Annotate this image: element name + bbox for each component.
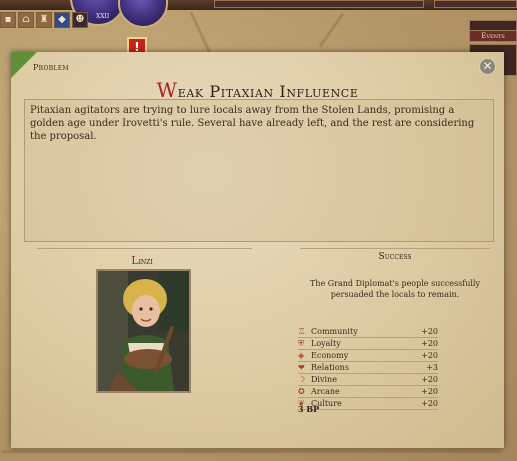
problem-dialog: Problem ✕ Weak Pitaxian Influence Pitaxi… [11,52,504,448]
build-points-cost: 3 BP [298,404,320,414]
stat-value: +20 [421,375,438,384]
arcane-icon: ✪ [298,387,305,396]
advisor-name-text: inzi [138,257,153,267]
events-tab[interactable]: Events [469,30,517,42]
orb-label: XXII [96,13,110,20]
advisor-portrait [96,269,191,393]
community-icon: ♖ [298,327,306,336]
divine-icon: ☽ [298,375,306,384]
stat-name: Loyalty [311,339,341,348]
stat-row-arcane: ✪ Arcane +20 [298,386,438,398]
stat-name: Relations [311,363,349,372]
stat-name: Community [311,327,358,336]
advisor-drop-cap: L [131,254,139,267]
stat-name: Economy [311,351,349,360]
result-description: The Grand Diplomat's people successfully… [310,279,480,299]
stat-row-loyalty: ⛨ Loyalty +20 [298,338,438,350]
relations-icon: ❤ [298,363,305,372]
stat-row-divine: ☽ Divine +20 [298,374,438,386]
stat-row-community: ♖ Community +20 [298,326,438,338]
divider [300,248,490,249]
gem-icon[interactable]: ◆ [54,12,70,28]
stat-value: +3 [426,363,438,372]
advisor-name: Linzi [97,254,187,267]
stat-row-relations: ❤ Relations +3 [298,362,438,374]
map-pin-icon[interactable]: ▪ [0,12,16,28]
stat-value: +20 [421,351,438,360]
stat-name: Arcane [311,387,340,396]
divider [37,248,252,249]
stat-name: Divine [311,375,337,384]
loyalty-icon: ⛨ [298,339,304,348]
stat-value: +20 [421,387,438,396]
map-road [2,450,502,453]
stat-value: +20 [421,399,438,408]
advisor-portrait-image [98,271,189,391]
economy-icon: ◈ [298,351,305,360]
building-icon[interactable]: ⌂ [18,12,34,28]
top-right-bar [434,0,517,8]
dialog-description: Pitaxian agitators are trying to lure lo… [30,105,475,142]
dialog-category: Problem [33,63,69,72]
top-status-bar [214,0,424,8]
close-button[interactable]: ✕ [479,58,496,75]
stat-value: +20 [421,339,438,348]
crest-icon[interactable]: ♜ [36,12,52,28]
result-label: Success [378,252,412,262]
stat-changes-list: ♖ Community +20 ⛨ Loyalty +20 ◈ Economy … [298,326,438,410]
stat-row-economy: ◈ Economy +20 [298,350,438,362]
stat-value: +20 [421,327,438,336]
portrait-icon[interactable]: ☻ [72,12,88,28]
quick-icon-bar: ▪ ⌂ ♜ ◆ ☻ [0,12,88,29]
